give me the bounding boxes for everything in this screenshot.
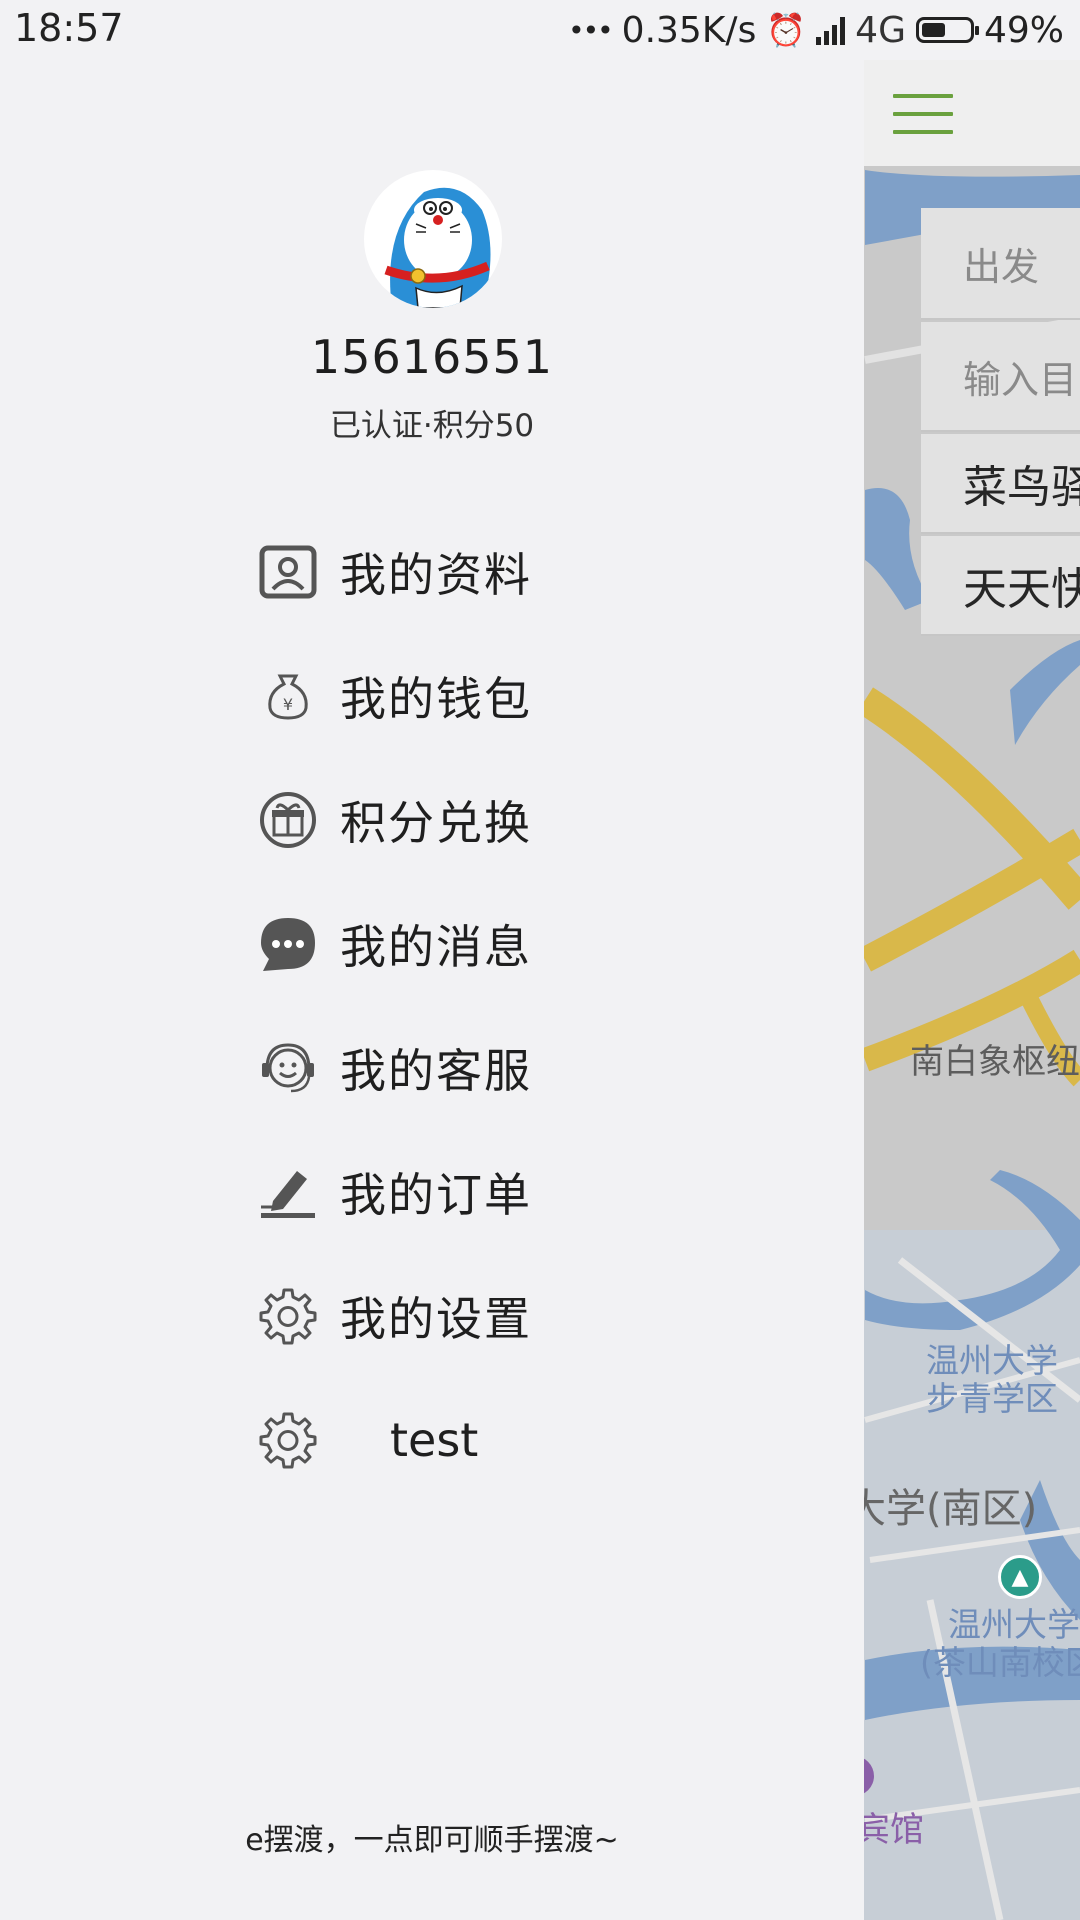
route-destination-field[interactable]: 输入目 xyxy=(921,322,1080,432)
gift-icon xyxy=(258,790,318,850)
menu-item-wallet[interactable]: ¥ 我的钱包 xyxy=(258,634,818,758)
map-label-campus-1b: 步青学区 xyxy=(926,1379,1058,1418)
status-time: 18:57 xyxy=(14,6,124,50)
route-suggestion-2[interactable]: 天天快 xyxy=(921,536,1080,636)
side-drawer: 15616551 已认证·积分50 我的资料 ¥ 我的钱包 积分兑换 我的消息 … xyxy=(0,0,864,1920)
menu-hamburger-icon[interactable] xyxy=(893,94,953,138)
menu-label-points-exchange: 积分兑换 xyxy=(340,796,532,850)
menu-label-orders: 我的订单 xyxy=(340,1168,532,1222)
menu-label-test: test xyxy=(390,1413,479,1467)
menu-item-points-exchange[interactable]: 积分兑换 xyxy=(258,758,818,882)
menu-item-messages[interactable]: 我的消息 xyxy=(258,882,818,1006)
profile-card-icon xyxy=(258,542,318,602)
menu-label-settings: 我的设置 xyxy=(340,1292,532,1346)
route-suggestion-1[interactable]: 菜鸟驿 xyxy=(921,434,1080,534)
menu-item-test[interactable]: test xyxy=(258,1378,818,1502)
menu-label-profile: 我的资料 xyxy=(340,548,532,602)
pen-order-icon xyxy=(258,1162,318,1222)
menu-item-customer-service[interactable]: 我的客服 xyxy=(258,1006,818,1130)
map-label-campus-2a: 温州大学 xyxy=(948,1605,1080,1644)
map-label-campus-1a: 温州大学 xyxy=(926,1341,1058,1380)
menu-item-orders[interactable]: 我的订单 xyxy=(258,1130,818,1254)
menu-label-messages: 我的消息 xyxy=(340,920,532,974)
gear-icon xyxy=(258,1410,318,1470)
status-bar: 18:57 ••• 0.35K/s ⏰ 4G 49% xyxy=(0,0,1080,60)
message-bubble-icon xyxy=(258,914,318,974)
menu-item-profile[interactable]: 我的资料 xyxy=(258,510,818,634)
gear-icon xyxy=(258,1286,318,1346)
svg-text:¥: ¥ xyxy=(283,695,293,714)
route-departure-label: 出发 xyxy=(963,244,1040,289)
signal-icon xyxy=(816,15,846,45)
more-notifications-icon: ••• xyxy=(568,13,614,47)
map-label-interchange: 南白象枢纽 xyxy=(910,1042,1080,1082)
app-slogan: e摆渡，一点即可顺手摆渡~ xyxy=(245,1823,619,1858)
battery-percent: 49% xyxy=(983,9,1064,51)
route-destination-placeholder: 输入目 xyxy=(963,357,1078,402)
avatar[interactable] xyxy=(364,170,502,308)
menu-label-wallet: 我的钱包 xyxy=(340,672,532,726)
map-label-south-campus: 大学(南区) xyxy=(846,1486,1038,1532)
university-poi-icon[interactable]: ▲ xyxy=(998,1555,1042,1599)
route-departure-field[interactable]: 出发 xyxy=(921,208,1080,320)
battery-fill xyxy=(921,23,945,37)
route-suggestion-2-label: 天天快 xyxy=(963,564,1080,615)
screen: 出发 输入目 菜鸟驿 天天快 南白象枢纽 温州大学 步青学区 大学(南区) ▲ … xyxy=(0,0,1080,1920)
network-type: 4G xyxy=(855,9,906,51)
user-status: 已认证·积分50 xyxy=(329,408,535,444)
network-speed: 0.35K/s xyxy=(621,9,757,51)
battery-icon xyxy=(915,17,979,43)
menu-item-settings[interactable]: 我的设置 xyxy=(258,1254,818,1378)
drawer-menu: 我的资料 ¥ 我的钱包 积分兑换 我的消息 我的客服 我的订单 我的设置 tes… xyxy=(258,510,818,1502)
money-bag-icon: ¥ xyxy=(258,666,318,726)
map-label-hotel: 宾馆 xyxy=(856,1810,924,1850)
doraemon-avatar-icon xyxy=(384,187,491,308)
map-label-campus-2b: (茶山南校区 xyxy=(920,1643,1080,1682)
menu-label-customer-service: 我的客服 xyxy=(340,1044,532,1098)
status-indicators: ••• 0.35K/s ⏰ 4G 49% xyxy=(568,6,1064,54)
route-suggestion-1-label: 菜鸟驿 xyxy=(963,462,1080,513)
customer-service-icon xyxy=(258,1038,318,1098)
username: 15616551 xyxy=(310,330,554,384)
alarm-icon: ⏰ xyxy=(766,11,807,49)
